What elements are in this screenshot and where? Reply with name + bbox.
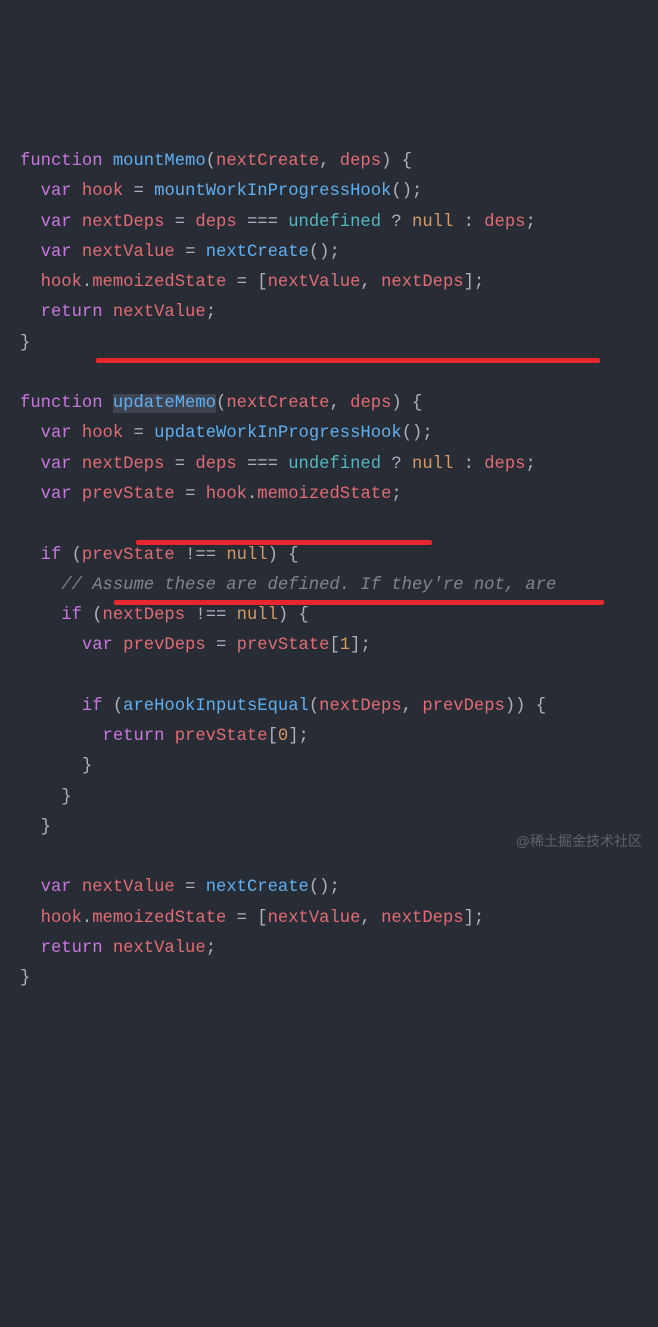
annotation-underline-2 [136, 540, 432, 545]
annotation-underline-3 [114, 600, 604, 605]
annotation-underline-1 [96, 358, 600, 363]
code-block[interactable]: function mountMemo(nextCreate, deps) { v… [20, 147, 638, 994]
watermark: @稀土掘金技术社区 [516, 829, 642, 854]
